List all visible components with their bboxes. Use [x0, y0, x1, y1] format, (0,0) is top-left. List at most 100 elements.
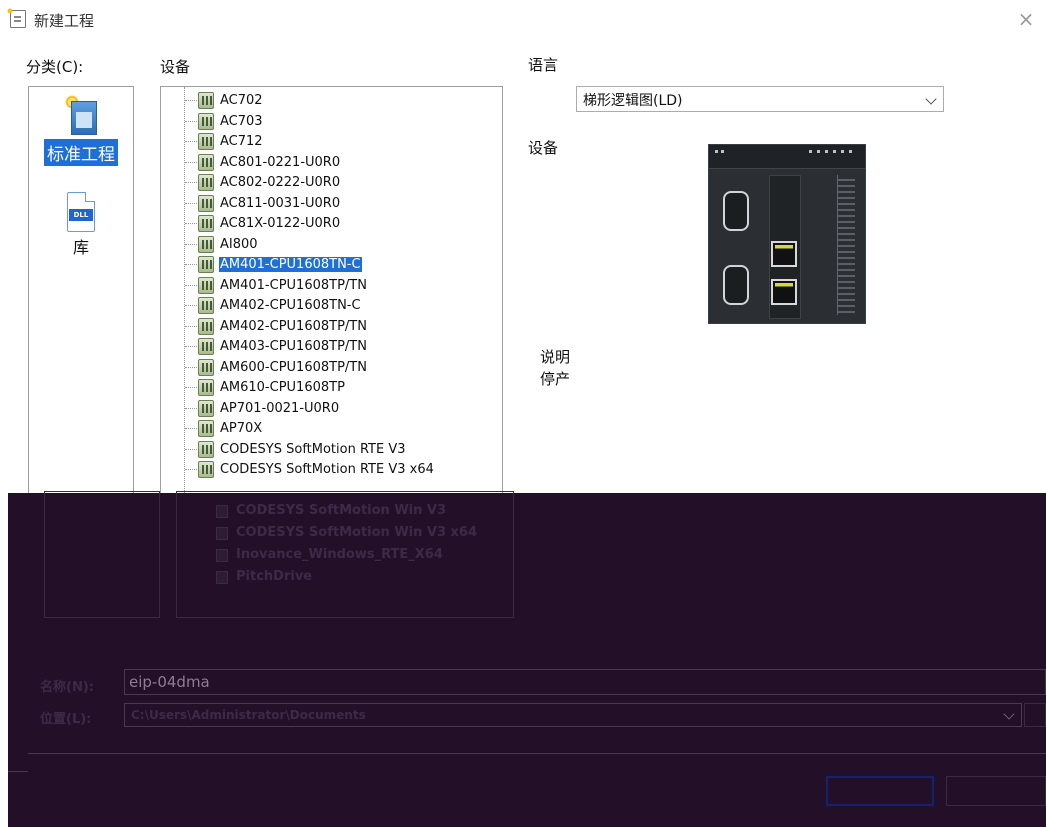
device-name: AM403-CPU1608TP/TN — [220, 339, 367, 354]
devices-label: 设备 — [160, 58, 191, 76]
device-icon — [198, 399, 214, 417]
category-label-standard-project: 标准工程 — [44, 139, 118, 166]
device-icon — [198, 440, 214, 458]
device-icon — [198, 133, 214, 150]
device-icon — [198, 92, 214, 109]
name-label: 名称(N): — [40, 680, 94, 695]
device-icon — [198, 317, 214, 335]
device-item[interactable]: AM600-CPU1608TP/TN — [185, 357, 368, 378]
device-image — [708, 144, 866, 324]
device-item[interactable]: AI800 — [185, 234, 259, 255]
name-input[interactable]: eip-04dma — [124, 669, 1046, 695]
category-label-library: 库 — [72, 238, 89, 257]
close-button[interactable]: × — [1014, 8, 1038, 32]
device-icon — [198, 379, 214, 396]
ok-button[interactable] — [826, 776, 934, 806]
device-item[interactable]: AM402-CPU1608TN-C — [185, 295, 362, 316]
category-list[interactable]: 标准工程 DLL 库 — [28, 86, 134, 511]
device-item[interactable]: AM610-CPU1608TP — [185, 377, 346, 398]
dimmed-overlay: CODESYS SoftMotion Win V3 CODESYS SoftMot… — [8, 491, 1046, 827]
description-value: 停产 — [540, 370, 571, 388]
serial-port-icon — [723, 265, 749, 305]
device-item[interactable]: AP701-0021-U0R0 — [185, 398, 340, 419]
separator — [8, 771, 28, 772]
device-name: AM600-CPU1608TP/TN — [220, 359, 367, 375]
device-name: AM402-CPU1608TN-C — [220, 298, 361, 313]
device-icon — [216, 527, 228, 540]
device-name: AC712 — [220, 134, 263, 149]
device-item[interactable]: AC802-0222-U0R0 — [185, 172, 341, 193]
device-item[interactable]: AC703 — [185, 111, 264, 132]
device-icon — [198, 276, 214, 294]
device-icon — [198, 194, 214, 212]
device-item[interactable]: AC81X-0122-U0R0 — [185, 213, 341, 234]
device-name: CODESYS SoftMotion RTE V3 x64 — [220, 462, 434, 477]
title-bar: 新建工程 × — [0, 0, 1046, 40]
device-icon — [198, 112, 214, 130]
device-icon — [198, 153, 214, 171]
language-label: 语言 — [528, 56, 559, 74]
device-item[interactable]: AM401-CPU1608TN-C — [185, 254, 362, 275]
category-label: 分类(C): — [26, 58, 84, 76]
device-name-dimmed: CODESYS SoftMotion Win V3 — [236, 503, 447, 518]
category-item-library[interactable]: DLL 库 — [29, 192, 133, 258]
device-icon — [198, 174, 214, 191]
device-icon — [216, 571, 228, 584]
description-label: 说明 — [540, 348, 571, 366]
dll-library-icon: DLL — [67, 192, 95, 232]
device-icon — [216, 505, 228, 518]
device-item[interactable]: AC712 — [185, 131, 264, 152]
device-name: AP70X — [220, 421, 263, 436]
ethernet-port-icon — [771, 241, 797, 267]
standard-project-icon — [63, 93, 99, 137]
device-icon — [198, 420, 214, 437]
location-select[interactable]: C:\Users\Administrator\Documents — [124, 703, 1022, 727]
device-tree[interactable]: AC702 AC703 AC712 AC801-0221-U0R0 AC802-0222… — [160, 86, 503, 511]
device-name-dimmed: Inovance_Windows_RTE_X64 — [236, 547, 443, 562]
window-title: 新建工程 — [34, 12, 95, 30]
device-name: AI800 — [220, 236, 258, 252]
device-icon — [216, 549, 228, 562]
device-icon — [198, 461, 214, 478]
device-name: AM401-CPU1608TN-C — [219, 257, 362, 272]
language-value: 梯形逻辑图(LD) — [583, 93, 683, 109]
device-icon — [198, 215, 214, 232]
device-item[interactable]: AP70X — [185, 418, 263, 439]
device-icon — [198, 358, 214, 376]
device-icon — [198, 256, 214, 273]
category-list-dimmed — [44, 491, 160, 618]
device-preview-label: 设备 — [528, 139, 559, 157]
separator — [28, 753, 1046, 754]
device-item[interactable]: AC702 — [185, 90, 264, 111]
device-name: AM401-CPU1608TP/TN — [220, 277, 367, 293]
device-name: AC81X-0122-U0R0 — [220, 216, 341, 231]
serial-port-icon — [723, 191, 749, 231]
terminal-block — [837, 175, 855, 315]
device-name: AM610-CPU1608TP — [220, 380, 345, 395]
device-item[interactable]: AM403-CPU1608TP/TN — [185, 336, 368, 357]
location-label: 位置(L): — [40, 712, 92, 727]
device-item[interactable]: AM401-CPU1608TP/TN — [185, 275, 368, 296]
device-name: AP701-0021-U0R0 — [220, 400, 340, 416]
device-name-dimmed: PitchDrive — [236, 569, 313, 584]
device-item[interactable]: AM402-CPU1608TP/TN — [185, 316, 368, 337]
device-name: AM402-CPU1608TP/TN — [220, 318, 367, 334]
ethernet-port-icon — [771, 279, 797, 305]
device-item[interactable]: AC801-0221-U0R0 — [185, 152, 341, 173]
device-name: CODESYS SoftMotion RTE V3 — [220, 441, 406, 457]
device-name: AC801-0221-U0R0 — [220, 154, 341, 170]
device-item[interactable]: CODESYS SoftMotion RTE V3 x64 — [185, 459, 435, 480]
device-name-dimmed: CODESYS SoftMotion Win V3 x64 — [236, 525, 478, 540]
device-icon — [198, 297, 214, 314]
device-item[interactable]: CODESYS SoftMotion RTE V3 — [185, 439, 407, 460]
device-icon — [198, 235, 214, 253]
browse-button[interactable] — [1024, 703, 1046, 727]
category-item-standard-project[interactable]: 标准工程 — [29, 93, 133, 166]
new-project-icon — [6, 7, 26, 28]
chevron-down-icon — [925, 93, 937, 105]
cancel-button[interactable] — [946, 776, 1046, 806]
device-item[interactable]: AC811-0031-U0R0 — [185, 193, 341, 214]
language-select[interactable]: 梯形逻辑图(LD) — [576, 86, 944, 112]
device-name: AC802-0222-U0R0 — [220, 175, 341, 190]
device-icon — [198, 338, 214, 355]
